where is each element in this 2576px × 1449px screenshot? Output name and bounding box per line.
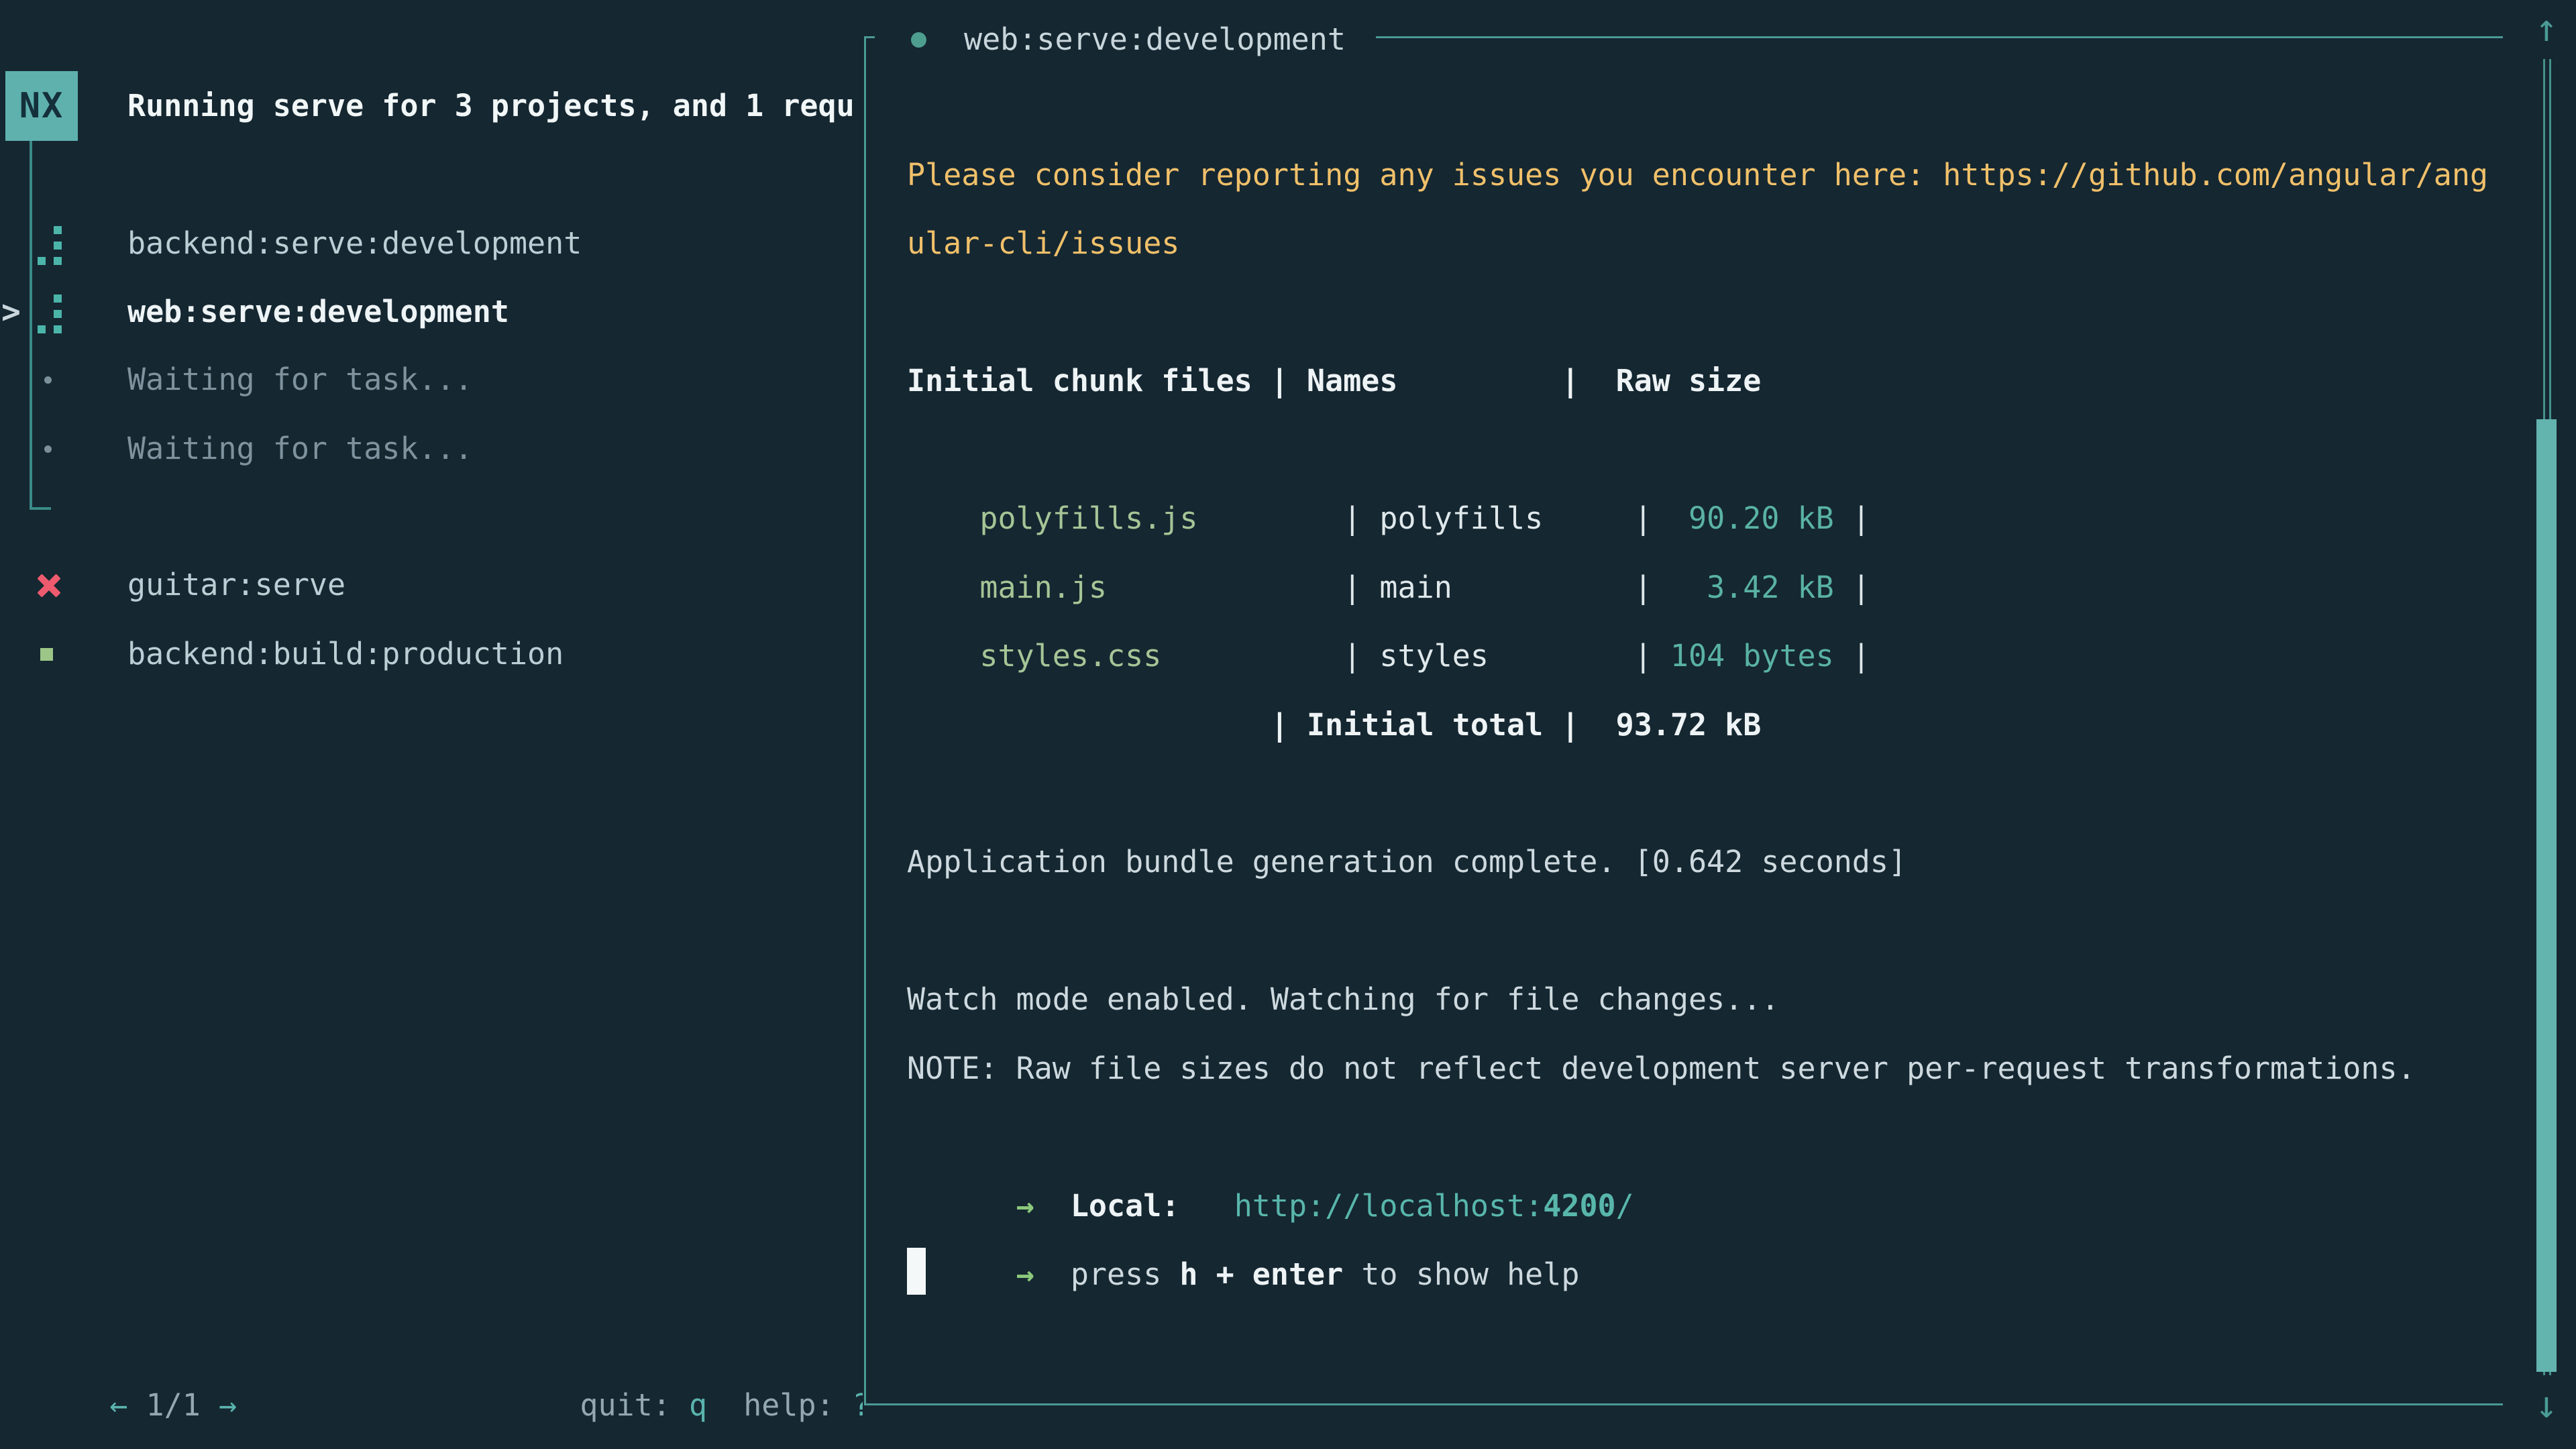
quit-key: q [689, 1387, 707, 1423]
watch-mode-message: Watch mode enabled. Watching for file ch… [907, 965, 2490, 1034]
pager-prev-icon[interactable]: ← [109, 1387, 127, 1423]
quit-label: quit: [580, 1387, 689, 1423]
spinner-icon [38, 223, 64, 265]
spinner-icon [38, 292, 64, 333]
scrollbar-thumb[interactable] [2536, 419, 2557, 1372]
task-row-waiting-1[interactable]: Waiting for task... [0, 345, 863, 414]
task-label: Waiting for task... [127, 345, 473, 414]
scroll-down-arrow-icon[interactable]: ↓ [2526, 1382, 2567, 1429]
task-row-waiting-2[interactable]: Waiting for task... [0, 415, 863, 483]
gap [1034, 1256, 1071, 1292]
chunk-row-end: | [1834, 570, 1870, 605]
chunk-size: 90.20 kB [1670, 500, 1834, 536]
waiting-dot-icon [44, 445, 52, 453]
gap [1179, 1188, 1234, 1224]
success-square-icon [40, 648, 53, 661]
raw-size-note: NOTE: Raw file sizes do not reflect deve… [907, 1034, 2490, 1103]
initial-total-row: | Initial total | 93.72 kB [907, 691, 2490, 759]
terminal-output: Please consider reporting any issues you… [907, 141, 2490, 1240]
task-label: backend:serve:development [127, 209, 582, 278]
chunk-size: 3.42 kB [1670, 570, 1834, 605]
chunk-file: styles.css [979, 638, 1161, 674]
pager-position: 1/1 [127, 1387, 218, 1423]
chunk-file: polyfills.js [979, 500, 1197, 536]
chunk-size: 104 bytes [1670, 638, 1834, 674]
gap [1034, 1188, 1071, 1224]
panel-border-top [1376, 36, 2503, 38]
chunk-name: | polyfills | [1197, 500, 1670, 536]
arrow-icon: → [1016, 1256, 1034, 1292]
panel-border-left [864, 36, 866, 1405]
help-hint-pre: press [1071, 1256, 1180, 1292]
task-row-backend-build[interactable]: backend:build:production [0, 620, 863, 688]
task-row-backend-serve[interactable]: backend:serve:development [0, 209, 863, 278]
local-url-line: → Local: http://localhost:4200/ [907, 1103, 2490, 1171]
bundle-complete-message: Application bundle generation complete. … [907, 828, 2490, 896]
help-key: ? [853, 1387, 863, 1423]
run-summary-title: Running serve for 3 projects, and 1 requ [127, 72, 863, 140]
help-hint-post: to show help [1343, 1256, 1579, 1292]
task-tree-corner [30, 507, 51, 510]
chunk-row-end: | [1834, 500, 1870, 536]
chunk-table-header: Initial chunk files | Names | Raw size [907, 347, 2490, 415]
indent [979, 1256, 1016, 1292]
help-hint-keys: h + enter [1179, 1256, 1343, 1292]
chunk-row-end: | [1834, 638, 1870, 674]
task-row-web-serve[interactable]: > web:serve:development [0, 278, 863, 346]
angular-issues-notice-wrap: ular-cli/issues [907, 209, 2490, 278]
panel-border-bottom [864, 1403, 2503, 1405]
scroll-up-arrow-icon[interactable]: ↑ [2526, 5, 2567, 52]
pager-next-icon[interactable]: → [219, 1387, 237, 1423]
localhost-link[interactable]: http://localhost: [1234, 1188, 1544, 1224]
task-label: Waiting for task... [127, 415, 473, 483]
task-label: backend:build:production [127, 620, 564, 688]
task-label: web:serve:development [127, 278, 509, 346]
angular-issues-notice: Please consider reporting any issues you… [907, 141, 2490, 209]
waiting-dot-icon [44, 376, 52, 384]
chunk-table-row: polyfills.js | polyfills | 90.20 kB | [907, 416, 2490, 484]
chunk-name: | styles | [1161, 638, 1670, 674]
help-label: help: [743, 1387, 853, 1423]
arrow-icon: → [1016, 1188, 1034, 1224]
indent [979, 1188, 1016, 1224]
task-list-pane: NX Running serve for 3 projects, and 1 r… [0, 0, 863, 1449]
selected-chevron-icon: > [1, 278, 21, 346]
local-label: Local: [1071, 1188, 1180, 1224]
chunk-name: | main | [1107, 570, 1670, 605]
failed-x-icon [36, 573, 62, 598]
nx-logo: NX [5, 71, 78, 141]
pager: ← 1/1 → [37, 1305, 237, 1372]
keyboard-shortcuts: quit: q help: ? [507, 1305, 863, 1372]
shortcut-spacer [707, 1387, 743, 1423]
task-label: guitar:serve [127, 551, 345, 619]
panel-status-bullet-icon [911, 32, 926, 48]
panel-title: web:serve:development [964, 6, 1346, 73]
chunk-file: main.js [979, 570, 1107, 605]
panel-border-top [864, 36, 875, 38]
task-row-guitar-serve[interactable]: guitar:serve [0, 551, 863, 619]
localhost-port[interactable]: 4200 [1543, 1188, 1615, 1224]
localhost-link-slash[interactable]: / [1616, 1188, 1634, 1224]
terminal-cursor [907, 1248, 926, 1295]
